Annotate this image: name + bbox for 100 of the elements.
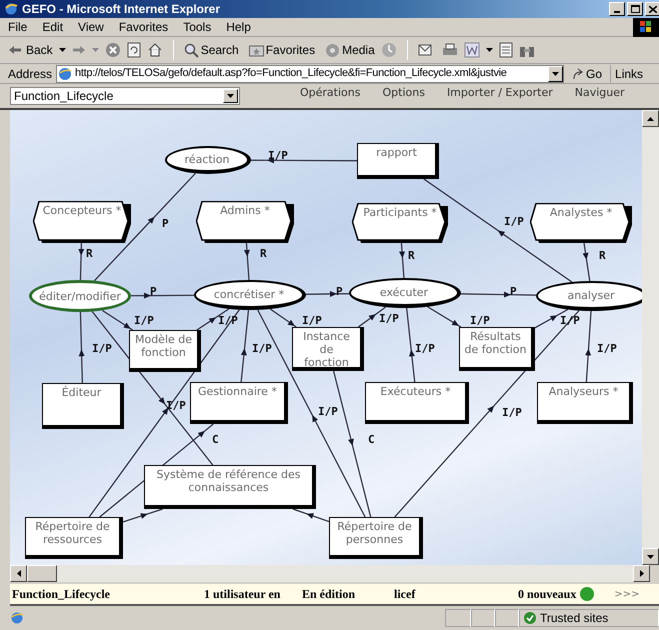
edge-label: C bbox=[212, 434, 219, 445]
menu-item[interactable]: View bbox=[78, 18, 104, 36]
browser-icon bbox=[4, 2, 18, 16]
edge-label: P bbox=[162, 218, 169, 229]
edge-label: I/P bbox=[502, 407, 522, 418]
dropdown-caret-icon[interactable] bbox=[486, 48, 493, 52]
app-menu-item[interactable]: Opérations bbox=[300, 84, 360, 102]
scroll-thumb[interactable] bbox=[27, 565, 57, 582]
process-node[interactable]: exécuter bbox=[349, 278, 461, 308]
scroll-left-icon[interactable] bbox=[16, 570, 20, 577]
page-icon bbox=[57, 66, 74, 82]
status-pane bbox=[445, 609, 471, 627]
vertical-scrollbar[interactable] bbox=[642, 110, 659, 565]
close-button[interactable] bbox=[645, 2, 659, 16]
status-new-count: 0 nouveaux bbox=[518, 586, 576, 603]
process-node[interactable]: analyser bbox=[536, 281, 642, 311]
edge-label: R bbox=[408, 250, 415, 261]
media-icon bbox=[325, 42, 340, 58]
window-title: GEFO - Microsoft Internet Explorer bbox=[22, 1, 220, 18]
dropdown-caret-icon bbox=[227, 94, 234, 98]
address-label: Address bbox=[8, 66, 52, 82]
links-label[interactable]: Links bbox=[610, 64, 644, 82]
edge-label: C bbox=[368, 434, 375, 445]
role-node[interactable]: Admins * bbox=[196, 201, 294, 243]
resource-node[interactable]: Instance de fonction bbox=[292, 327, 364, 371]
more-link[interactable]: >>> bbox=[614, 586, 640, 602]
menu-item[interactable]: File bbox=[8, 18, 28, 36]
diagram-select[interactable]: Function_Lifecycle bbox=[10, 87, 240, 105]
dropdown-caret-icon[interactable] bbox=[58, 48, 66, 52]
resource-node[interactable]: Système de référence des connaissances bbox=[144, 465, 316, 509]
close-icon bbox=[649, 6, 657, 12]
check-icon bbox=[524, 612, 536, 624]
dropdown-caret-icon bbox=[552, 72, 560, 76]
edge-label: I/P bbox=[92, 343, 112, 354]
edge-label: P bbox=[510, 286, 517, 297]
document-icon[interactable] bbox=[498, 42, 513, 58]
status-user: licef bbox=[394, 586, 416, 603]
media-button[interactable]: Media bbox=[325, 41, 375, 59]
app-menu-item[interactable]: Naviguer bbox=[574, 84, 625, 102]
role-node[interactable]: Participants * bbox=[352, 203, 448, 243]
edge-label: I/P bbox=[415, 343, 435, 354]
resource-node[interactable]: Exécuteurs * bbox=[365, 382, 469, 424]
resource-node[interactable]: Gestionnaire * bbox=[190, 382, 288, 424]
select-dropdown-button[interactable] bbox=[223, 89, 238, 103]
edge-label: I/P bbox=[302, 315, 322, 326]
role-node[interactable]: Concepteurs * bbox=[33, 201, 131, 243]
select-value: Function_Lifecycle bbox=[14, 88, 114, 105]
maximize-button[interactable] bbox=[627, 2, 643, 16]
process-node[interactable]: réaction bbox=[165, 146, 251, 174]
scroll-down-icon[interactable] bbox=[647, 554, 654, 558]
resource-node[interactable]: Répertoire de personnes bbox=[329, 517, 423, 559]
horizontal-scrollbar[interactable] bbox=[10, 565, 650, 582]
resource-node[interactable]: Éditeur bbox=[42, 383, 124, 429]
app-menu-item[interactable]: Importer / Exporter bbox=[446, 84, 553, 102]
address-field[interactable]: http://telos/TELOSa/gefo/default.asp?fo=Function_Lifecycle&fi=Function_Lifecycle.xml&justvie bbox=[56, 64, 564, 82]
minimize-icon bbox=[614, 11, 620, 13]
role-node[interactable]: Analystes * bbox=[530, 203, 632, 243]
menu-item[interactable]: Tools bbox=[183, 18, 212, 36]
edge-label: I/P bbox=[134, 315, 154, 326]
star-folder-icon bbox=[248, 44, 264, 56]
address-dropdown-button[interactable] bbox=[548, 66, 564, 82]
menu-item[interactable]: Help bbox=[226, 18, 251, 36]
edge-label: R bbox=[260, 248, 267, 259]
edge-label: I/P bbox=[318, 406, 338, 417]
refresh-icon[interactable] bbox=[126, 42, 141, 58]
edge-label: I/P bbox=[252, 343, 272, 354]
back-button[interactable]: Back bbox=[8, 41, 53, 59]
edge-label: I/P bbox=[268, 150, 288, 161]
go-arrow-icon bbox=[572, 68, 584, 80]
scroll-right-icon[interactable] bbox=[640, 570, 644, 577]
page-status-icon bbox=[10, 611, 24, 625]
status-pane bbox=[471, 609, 495, 627]
go-button[interactable]: Go bbox=[572, 64, 602, 82]
resource-node[interactable]: Modèle de fonction bbox=[129, 330, 201, 372]
address-text: http://telos/TELOSa/gefo/default.asp?fo=Function_Lifecycle&fi=Function_Lifecycle.xml&justvie bbox=[75, 66, 508, 82]
favorites-button[interactable]: Favorites bbox=[248, 41, 316, 59]
edge-label: P bbox=[150, 286, 157, 297]
process-node[interactable]: éditer/modifier bbox=[29, 280, 131, 312]
print-icon[interactable] bbox=[442, 42, 458, 58]
flag-logo-icon bbox=[640, 21, 652, 33]
edit-document-icon[interactable] bbox=[464, 42, 480, 58]
process-node[interactable]: concrétiser * bbox=[194, 280, 306, 310]
menu-item[interactable]: Favorites bbox=[118, 18, 168, 36]
zone-label: Trusted sites bbox=[540, 610, 608, 627]
edge-label: I/P bbox=[504, 216, 524, 227]
resource-node[interactable]: Répertoire de ressources bbox=[25, 517, 123, 559]
stop-icon[interactable] bbox=[104, 42, 121, 58]
scroll-up-icon[interactable] bbox=[647, 116, 654, 120]
resource-node[interactable]: Analyseurs * bbox=[537, 382, 633, 424]
edge-label: I/P bbox=[597, 343, 617, 354]
resource-node[interactable]: rapport bbox=[357, 143, 439, 179]
back-arrow-icon bbox=[8, 45, 22, 55]
status-users: 1 utilisateur en bbox=[204, 586, 282, 603]
minimize-button[interactable] bbox=[609, 2, 625, 16]
resource-node[interactable]: Résultats de fonction bbox=[459, 327, 535, 371]
menu-item[interactable]: Edit bbox=[42, 18, 64, 36]
edge-label: I/P bbox=[470, 315, 490, 326]
search-button[interactable]: Search bbox=[184, 41, 239, 59]
home-icon[interactable] bbox=[146, 42, 163, 58]
app-menu-item[interactable]: Options bbox=[382, 84, 425, 102]
